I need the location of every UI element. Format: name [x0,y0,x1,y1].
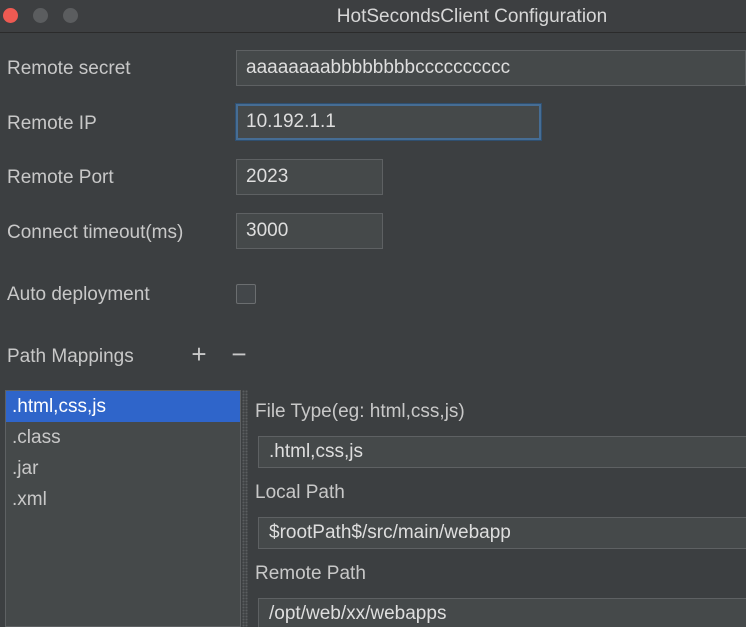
window-title: HotSecondsClient Configuration [336,6,608,27]
remote-ip-input[interactable]: 10.192.1.1 [236,104,541,140]
connect-timeout-input[interactable]: 3000 [236,213,383,249]
remote-port-label: Remote Port [7,167,114,188]
remote-path-input[interactable]: /opt/web/xx/webapps [258,598,746,627]
connect-timeout-label: Connect timeout(ms) [7,222,184,243]
list-item[interactable]: .jar [6,453,240,484]
path-mappings-label: Path Mappings [7,346,134,367]
splitter-handle[interactable] [242,390,248,627]
remote-port-input[interactable]: 2023 [236,159,383,195]
remote-secret-label: Remote secret [7,58,131,79]
path-mappings-list: .html,css,js .class .jar .xml [5,390,241,627]
add-mapping-icon[interactable]: + [189,341,209,367]
title-bar: HotSecondsClient Configuration [0,0,746,33]
list-item[interactable]: .class [6,422,240,453]
configuration-dialog: HotSecondsClient Configuration Remote se… [0,0,746,627]
local-path-label: Local Path [255,482,345,503]
remote-ip-label: Remote IP [7,113,97,134]
minimize-window-button[interactable] [33,8,48,23]
auto-deployment-label: Auto deployment [7,284,150,305]
remote-secret-input[interactable]: aaaaaaaabbbbbbbbcccccccccc [236,50,746,86]
local-path-input[interactable]: $rootPath$/src/main/webapp [258,517,746,549]
zoom-window-button[interactable] [63,8,78,23]
auto-deployment-checkbox[interactable] [236,284,256,304]
remote-path-label: Remote Path [255,563,366,584]
list-item[interactable]: .xml [6,484,240,515]
list-item[interactable]: .html,css,js [6,391,240,422]
close-window-button[interactable] [3,8,18,23]
file-type-label: File Type(eg: html,css,js) [255,401,465,422]
file-type-input[interactable]: .html,css,js [258,436,746,468]
remove-mapping-icon[interactable]: − [229,341,249,367]
